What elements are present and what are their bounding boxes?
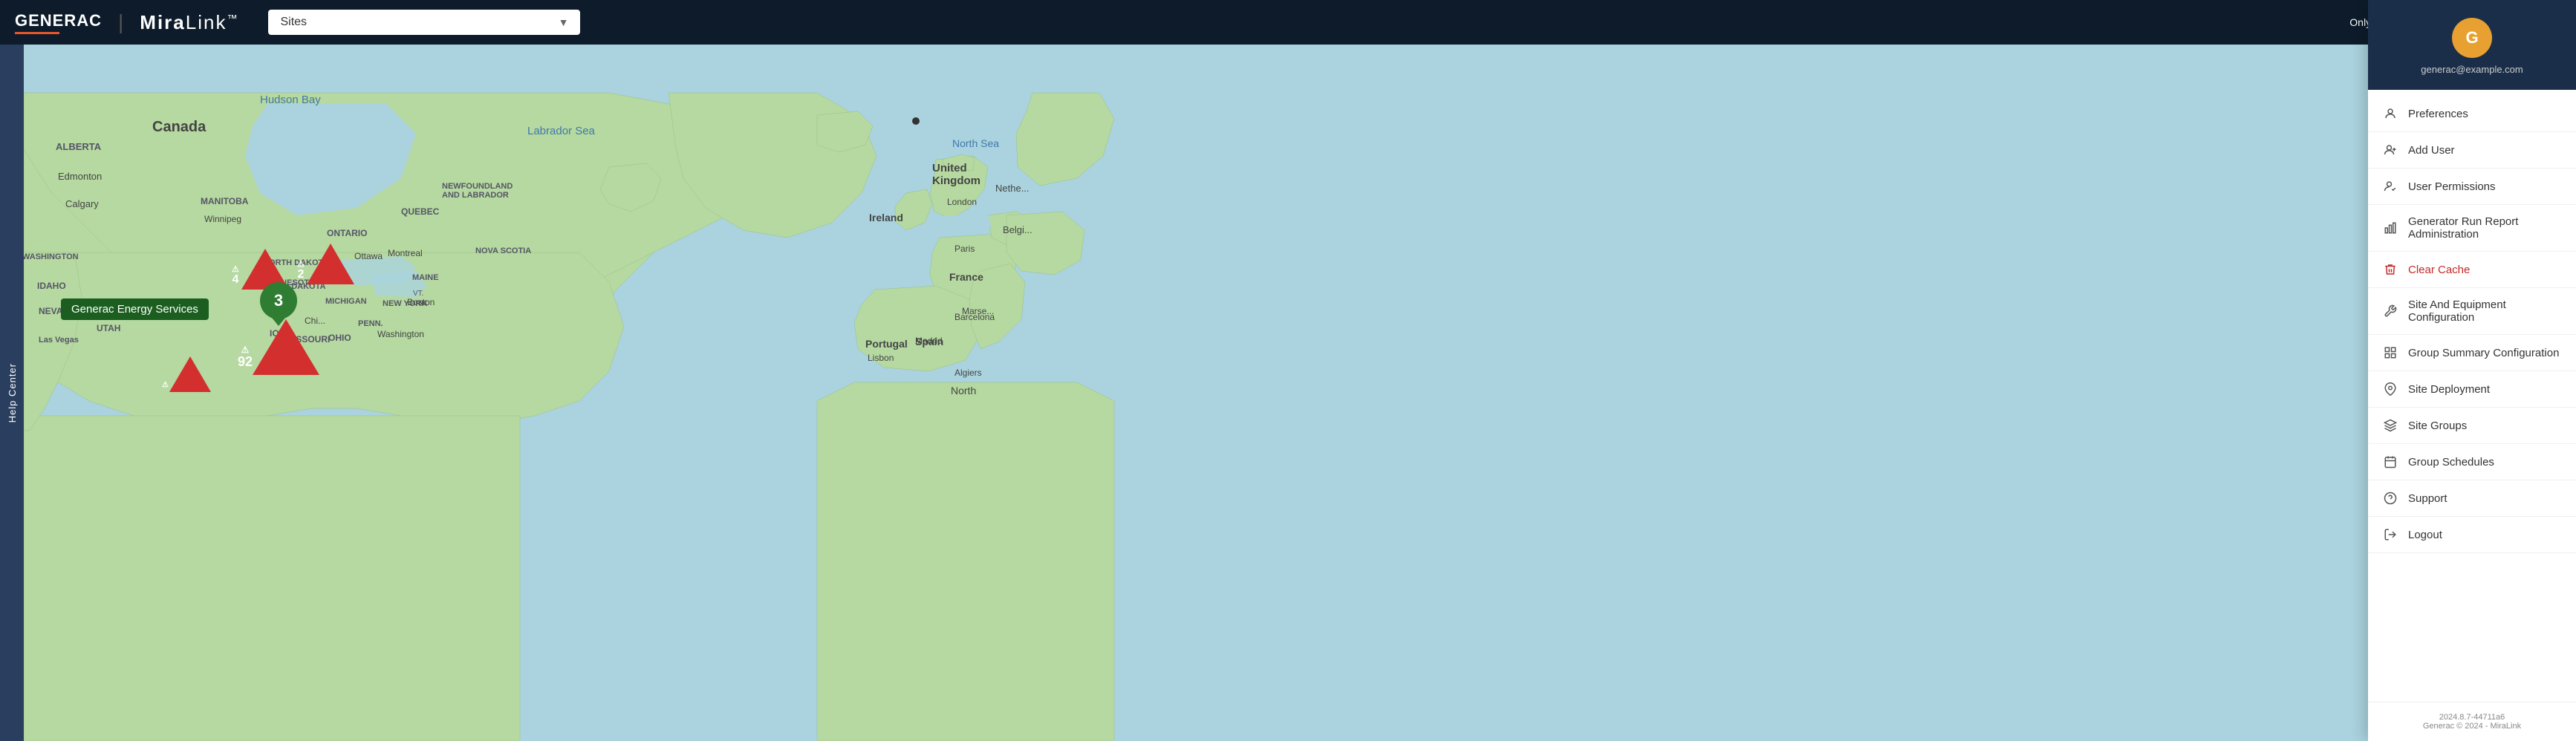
sites-dropdown-text: Sites xyxy=(280,16,307,29)
grid-icon xyxy=(2383,345,2398,360)
help-circle-icon xyxy=(2383,491,2398,506)
version-text: 2024.8.7-44711a6 xyxy=(2383,713,2561,722)
generac-logo-block: GENERAC xyxy=(15,11,102,34)
logo-divider: | xyxy=(118,10,123,34)
menu-item-user-permissions[interactable]: User Permissions xyxy=(2368,169,2576,205)
logo-area: GENERAC | MiraLink™ xyxy=(15,10,238,34)
menu-label-generator-run-report: Generator Run Report Administration xyxy=(2408,215,2561,241)
help-center-panel[interactable]: Help Center xyxy=(0,45,24,741)
marker-green-3[interactable]: 3 xyxy=(260,282,297,319)
marker-warning-small[interactable]: ⚠ xyxy=(169,356,211,392)
menu-label-support: Support xyxy=(2408,492,2447,505)
trash-icon xyxy=(2383,262,2398,277)
menu-label-preferences: Preferences xyxy=(2408,108,2468,120)
cursor xyxy=(912,117,920,125)
generac-underline xyxy=(15,32,59,34)
menu-label-clear-cache: Clear Cache xyxy=(2408,264,2470,276)
sites-dropdown[interactable]: Sites ▼ xyxy=(268,10,580,35)
menu-label-site-groups: Site Groups xyxy=(2408,420,2467,432)
menu-label-logout: Logout xyxy=(2408,529,2442,541)
menu-label-add-user: Add User xyxy=(2408,144,2455,157)
map-container: Canada Hudson Bay Labrador Sea ALBERTA E… xyxy=(0,45,2576,741)
help-center-label: Help Center xyxy=(7,363,18,422)
map-svg xyxy=(0,45,2576,741)
chevron-down-icon: ▼ xyxy=(559,16,569,28)
copyright-text: Generac © 2024 - MiraLink xyxy=(2383,722,2561,731)
log-out-icon xyxy=(2383,527,2398,542)
menu-user-area: G generac@example.com xyxy=(2368,0,2576,90)
miralink-text: MiraLink™ xyxy=(140,11,238,34)
tooltip-label: Generac Energy Services xyxy=(61,298,209,320)
layers-icon xyxy=(2383,418,2398,433)
menu-label-site-equipment-config: Site And Equipment Configuration xyxy=(2408,298,2561,324)
menu-label-user-permissions: User Permissions xyxy=(2408,180,2496,193)
user-avatar: G xyxy=(2452,18,2492,58)
generac-logo: GENERAC xyxy=(15,11,102,34)
menu-item-logout[interactable]: Logout xyxy=(2368,517,2576,553)
menu-item-site-groups[interactable]: Site Groups xyxy=(2368,408,2576,444)
person-icon xyxy=(2383,106,2398,121)
header: GENERAC | MiraLink™ Sites ▼ Only show si… xyxy=(0,0,2576,45)
menu-item-preferences[interactable]: Preferences xyxy=(2368,96,2576,132)
menu-item-clear-cache[interactable]: Clear Cache xyxy=(2368,252,2576,288)
calendar-icon xyxy=(2383,454,2398,469)
menu-label-group-schedules: Group Schedules xyxy=(2408,456,2494,469)
menu-item-group-summary-config[interactable]: Group Summary Configuration xyxy=(2368,335,2576,371)
marker-warning-92[interactable]: ⚠ 92 xyxy=(253,319,319,375)
generac-text: GENERAC xyxy=(15,11,102,30)
map-tooltip[interactable]: Generac Energy Services xyxy=(61,298,209,323)
menu-footer: 2024.8.7-44711a6 Generac © 2024 - MiraLi… xyxy=(2368,702,2576,741)
map-pin-icon xyxy=(2383,382,2398,396)
marker-warning-2[interactable]: ⚠ 2 xyxy=(307,244,354,284)
menu-item-site-deployment[interactable]: Site Deployment xyxy=(2368,371,2576,408)
menu-label-site-deployment: Site Deployment xyxy=(2408,383,2490,396)
menu-item-group-schedules[interactable]: Group Schedules xyxy=(2368,444,2576,480)
menu-panel: G generac@example.com Preferences Add Us… xyxy=(2368,0,2576,741)
menu-item-support[interactable]: Support xyxy=(2368,480,2576,517)
menu-item-site-equipment-config[interactable]: Site And Equipment Configuration xyxy=(2368,288,2576,335)
menu-item-generator-run-report[interactable]: Generator Run Report Administration xyxy=(2368,205,2576,252)
person-add-icon xyxy=(2383,143,2398,157)
person-check-icon xyxy=(2383,179,2398,194)
menu-label-group-summary-config: Group Summary Configuration xyxy=(2408,347,2559,359)
bar-chart-icon xyxy=(2383,221,2398,235)
wrench-icon xyxy=(2383,304,2398,319)
menu-items-list: Preferences Add User User Permissions Ge… xyxy=(2368,90,2576,702)
menu-item-add-user[interactable]: Add User xyxy=(2368,132,2576,169)
user-name: generac@example.com xyxy=(2421,64,2523,75)
